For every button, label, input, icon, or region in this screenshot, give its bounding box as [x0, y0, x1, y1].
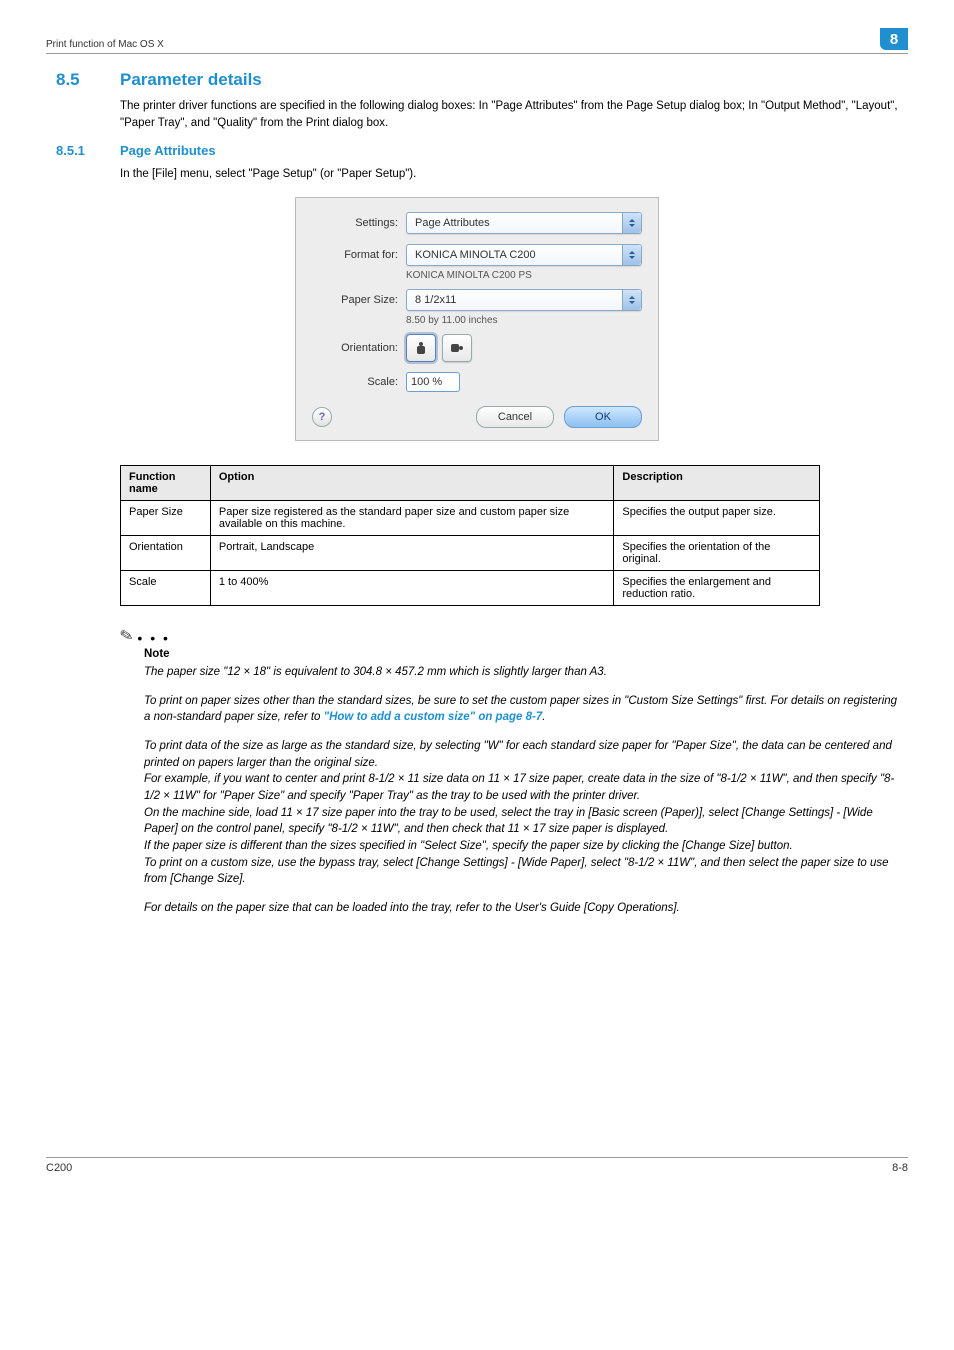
help-button[interactable]: ?	[312, 407, 332, 427]
note-block: ✎• • • Note The paper size "12 × 18" is …	[120, 626, 898, 917]
table-cell: Specifies the orientation of the origina…	[614, 536, 820, 571]
table-row: Paper Size Paper size registered as the …	[121, 501, 820, 536]
running-header: Print function of Mac OS X	[46, 39, 164, 50]
scale-label: Scale:	[312, 376, 406, 388]
note-paragraph: To print data of the size as large as th…	[144, 738, 898, 888]
table-cell: Paper Size	[121, 501, 211, 536]
settings-value: Page Attributes	[407, 217, 490, 229]
table-cell: Paper size registered as the standard pa…	[210, 501, 614, 536]
table-row: Scale 1 to 400% Specifies the enlargemen…	[121, 571, 820, 606]
orientation-landscape-button[interactable]	[442, 334, 472, 362]
ok-button[interactable]: OK	[564, 406, 642, 428]
chapter-badge: 8	[880, 28, 908, 50]
page-setup-dialog: Settings: Page Attributes Format for: KO…	[295, 197, 659, 441]
table-cell: Specifies the enlargement and reduction …	[614, 571, 820, 606]
note-dots-icon: • • •	[137, 630, 169, 646]
note-paragraph: The paper size "12 × 18" is equivalent t…	[144, 664, 898, 681]
cancel-button[interactable]: Cancel	[476, 406, 554, 428]
paper-size-subtext: 8.50 by 11.00 inches	[406, 315, 642, 326]
note-label: Note	[144, 648, 898, 660]
note-text: .	[542, 711, 545, 723]
subsection-heading: 8.5.1 Page Attributes	[56, 143, 898, 158]
chevron-updown-icon	[622, 213, 641, 233]
function-table: Function name Option Description Paper S…	[120, 465, 820, 606]
table-row: Orientation Portrait, Landscape Specifie…	[121, 536, 820, 571]
table-cell: Portrait, Landscape	[210, 536, 614, 571]
table-header: Description	[614, 466, 820, 501]
orientation-portrait-button[interactable]	[406, 334, 436, 362]
section-intro: The printer driver functions are specifi…	[120, 98, 898, 131]
cross-reference-link[interactable]: "How to add a custom size" on page 8-7	[324, 711, 543, 723]
footer-rule	[46, 1157, 908, 1158]
paper-size-value: 8 1/2x11	[407, 294, 456, 306]
note-paragraph: For details on the paper size that can b…	[144, 900, 898, 917]
subsection-number: 8.5.1	[56, 143, 120, 158]
settings-dropdown[interactable]: Page Attributes	[406, 212, 642, 234]
paper-size-label: Paper Size:	[312, 294, 406, 306]
note-paragraph: To print on paper sizes other than the s…	[144, 693, 898, 726]
format-for-dropdown[interactable]: KONICA MINOLTA C200	[406, 244, 642, 266]
section-heading: 8.5 Parameter details	[56, 70, 898, 90]
scale-input[interactable]: 100 %	[406, 372, 460, 392]
header-rule	[46, 53, 908, 54]
scale-value: 100 %	[411, 376, 442, 388]
chevron-updown-icon	[622, 290, 641, 310]
footer-right: 8-8	[892, 1162, 908, 1174]
format-for-label: Format for:	[312, 249, 406, 261]
format-for-subtext: KONICA MINOLTA C200 PS	[406, 270, 642, 281]
orientation-label: Orientation:	[312, 342, 406, 354]
section-title: Parameter details	[120, 70, 262, 90]
subsection-intro: In the [File] menu, select "Page Setup" …	[120, 166, 898, 183]
pencil-icon: ✎	[118, 625, 135, 647]
table-header: Function name	[121, 466, 211, 501]
table-cell: Orientation	[121, 536, 211, 571]
chevron-updown-icon	[622, 245, 641, 265]
table-cell: Scale	[121, 571, 211, 606]
paper-size-dropdown[interactable]: 8 1/2x11	[406, 289, 642, 311]
settings-label: Settings:	[312, 217, 406, 229]
table-cell: Specifies the output paper size.	[614, 501, 820, 536]
table-cell: 1 to 400%	[210, 571, 614, 606]
subsection-title: Page Attributes	[120, 143, 216, 158]
table-header: Option	[210, 466, 614, 501]
format-for-value: KONICA MINOLTA C200	[407, 249, 536, 261]
section-number: 8.5	[56, 70, 120, 90]
person-portrait-icon	[416, 342, 426, 354]
person-landscape-icon	[451, 343, 463, 353]
footer-left: C200	[46, 1162, 72, 1174]
